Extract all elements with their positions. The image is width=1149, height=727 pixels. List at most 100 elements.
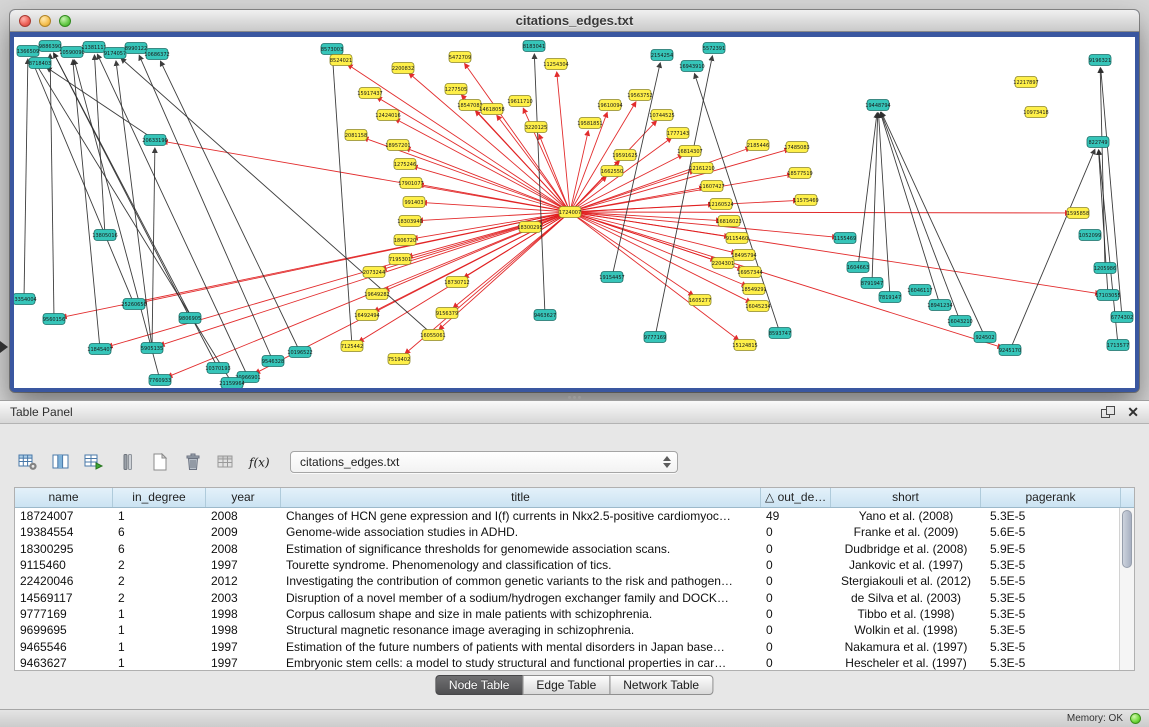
graph-node[interactable]: 9886390 xyxy=(39,41,61,52)
table-row[interactable]: 2242004622012Investigating the contribut… xyxy=(15,573,1134,589)
graph-node[interactable]: 17485083 xyxy=(784,142,809,153)
graph-node[interactable]: 8524021 xyxy=(330,55,352,66)
graph-node[interactable]: 15124815 xyxy=(732,340,757,351)
graph-node[interactable]: 2073244 xyxy=(363,267,385,278)
graph-node[interactable]: 8573003 xyxy=(321,44,343,55)
graph-node[interactable]: 16814307 xyxy=(677,146,702,157)
graph-node[interactable]: 8183041 xyxy=(523,41,545,52)
graph-node[interactable]: 18303940 xyxy=(397,216,422,227)
graph-node[interactable]: 18577519 xyxy=(787,168,812,179)
graph-node[interactable]: 8791947 xyxy=(861,278,883,289)
graph-node[interactable]: 5905135 xyxy=(141,343,163,354)
row-tools-button[interactable] xyxy=(113,450,141,474)
graph-node[interactable]: 2200832 xyxy=(392,63,414,74)
graph-node[interactable]: 16055061 xyxy=(420,330,445,341)
graph-node[interactable]: 5572391 xyxy=(703,43,725,54)
graph-node[interactable]: 9777169 xyxy=(644,332,666,343)
graph-node[interactable]: 1366509 xyxy=(17,46,39,57)
graph-node[interactable]: 7195301 xyxy=(389,254,411,265)
graph-node[interactable]: 19563752 xyxy=(627,90,652,101)
graph-node[interactable]: 12160524 xyxy=(708,199,733,210)
graph-node[interactable]: 9806905 xyxy=(179,313,201,324)
graph-node[interactable]: 5472709 xyxy=(449,52,471,63)
graph-node[interactable]: 1604663 xyxy=(847,262,869,273)
export-table-button[interactable] xyxy=(80,450,108,474)
table-scrollbar-thumb[interactable] xyxy=(1122,510,1132,568)
graph-node[interactable]: 20633190 xyxy=(142,135,167,146)
graph-node[interactable]: 924502 xyxy=(974,332,996,343)
graph-node[interactable]: 1052099 xyxy=(1079,230,1101,241)
graph-node[interactable]: 1777143 xyxy=(667,128,689,139)
graph-node[interactable]: 7519402 xyxy=(388,354,410,365)
graph-node[interactable]: 991403 xyxy=(403,197,425,208)
column-header-name[interactable]: name xyxy=(15,488,113,507)
graph-node[interactable]: 19448794 xyxy=(865,100,890,111)
column-header-short[interactable]: short xyxy=(831,488,981,507)
graph-node[interactable]: 16043210 xyxy=(947,316,972,327)
graph-node[interactable]: 16816023 xyxy=(716,216,741,227)
graph-node[interactable]: 18495794 xyxy=(731,250,756,261)
graph-node[interactable]: 18941234 xyxy=(927,300,952,311)
graph-node[interactable]: 19581851 xyxy=(577,118,602,129)
graph-node[interactable]: 2204301 xyxy=(712,258,734,269)
graph-node[interactable]: 12161210 xyxy=(689,163,714,174)
close-panel-icon[interactable]: ✕ xyxy=(1127,405,1139,419)
graph-node[interactable]: 8718403 xyxy=(29,58,51,69)
graph-node[interactable]: 2154254 xyxy=(651,50,673,61)
graph-node[interactable]: 9245170 xyxy=(999,345,1021,356)
graph-node[interactable]: 7125442 xyxy=(341,341,363,352)
graph-node[interactable]: 1595858 xyxy=(1067,208,1089,219)
delete-button[interactable] xyxy=(179,450,207,474)
column-header-out_degree[interactable]: △ out_de… xyxy=(761,488,831,507)
graph-node[interactable]: 9546328 xyxy=(262,356,284,367)
graph-node[interactable]: 18730712 xyxy=(444,277,469,288)
graph-node[interactable]: 1662550 xyxy=(601,166,623,177)
graph-node[interactable]: 9115460 xyxy=(726,233,748,244)
graph-node[interactable]: 17901077 xyxy=(398,178,423,189)
graph-node[interactable]: 9196321 xyxy=(1089,55,1111,66)
graph-node[interactable]: 19610094 xyxy=(597,100,622,111)
graph-node[interactable]: 25260650 xyxy=(121,299,146,310)
graph-node[interactable]: 7760933 xyxy=(149,375,171,386)
network-canvas-svg[interactable]: 1366509988639010590090113811119174057899… xyxy=(14,37,1135,388)
graph-node[interactable]: 1806720 xyxy=(394,235,416,246)
function-builder-button[interactable]: f(x) xyxy=(245,450,273,474)
graph-node[interactable]: 16943910 xyxy=(679,61,704,72)
graph-node[interactable]: 10744525 xyxy=(649,110,674,121)
minimize-window-button[interactable] xyxy=(39,15,51,27)
table-selector-combobox[interactable]: citations_edges.txt xyxy=(290,451,678,473)
graph-node[interactable]: 11607427 xyxy=(699,181,724,192)
table-row[interactable]: 1938455462009Genome-wide association stu… xyxy=(15,524,1134,540)
graph-node[interactable]: 8593747 xyxy=(769,328,791,339)
network-canvas[interactable]: 1366509988639010590090113811119174057899… xyxy=(14,37,1135,388)
graph-node[interactable]: 11845407 xyxy=(87,344,112,355)
graph-node[interactable]: 9560156 xyxy=(43,314,65,325)
graph-node[interactable]: 13354004 xyxy=(14,294,37,305)
graph-node[interactable]: 9463627 xyxy=(534,310,556,321)
graph-node[interactable]: 1605277 xyxy=(689,295,711,306)
graph-node[interactable]: 6774302 xyxy=(1111,312,1133,323)
graph-node[interactable]: 9156379 xyxy=(436,308,458,319)
graph-node[interactable]: 19591625 xyxy=(612,150,637,161)
graph-node[interactable]: 10686372 xyxy=(144,49,169,60)
graph-node[interactable]: 1713577 xyxy=(1107,340,1129,351)
column-header-in_degree[interactable]: in_degree xyxy=(113,488,206,507)
graph-node[interactable]: 19154457 xyxy=(599,272,624,283)
table-row[interactable]: 969969511998Structural magnetic resonanc… xyxy=(15,622,1134,638)
zoom-window-button[interactable] xyxy=(59,15,71,27)
graph-node[interactable]: 16492494 xyxy=(354,310,379,321)
graph-node[interactable]: 12217897 xyxy=(1013,77,1038,88)
graph-node[interactable]: 16045234 xyxy=(745,301,770,312)
graph-node[interactable]: 1277505 xyxy=(445,84,467,95)
graph-node[interactable]: 7819147 xyxy=(879,292,901,303)
graph-node[interactable]: 13805016 xyxy=(92,230,117,241)
hidden-panel-arrow-icon[interactable] xyxy=(0,341,8,353)
import-table-button[interactable] xyxy=(212,450,240,474)
table-row[interactable]: 1830029562008Estimation of significance … xyxy=(15,541,1134,557)
table-row[interactable]: 911546021997Tourette syndrome. Phenomeno… xyxy=(15,557,1134,573)
graph-node[interactable]: 16957344 xyxy=(737,267,762,278)
table-row[interactable]: 1456911722003Disruption of a novel membe… xyxy=(15,589,1134,605)
graph-node[interactable]: 10196522 xyxy=(287,347,312,358)
table-settings-button[interactable] xyxy=(14,450,42,474)
graph-node[interactable]: 18300295 xyxy=(517,222,542,233)
